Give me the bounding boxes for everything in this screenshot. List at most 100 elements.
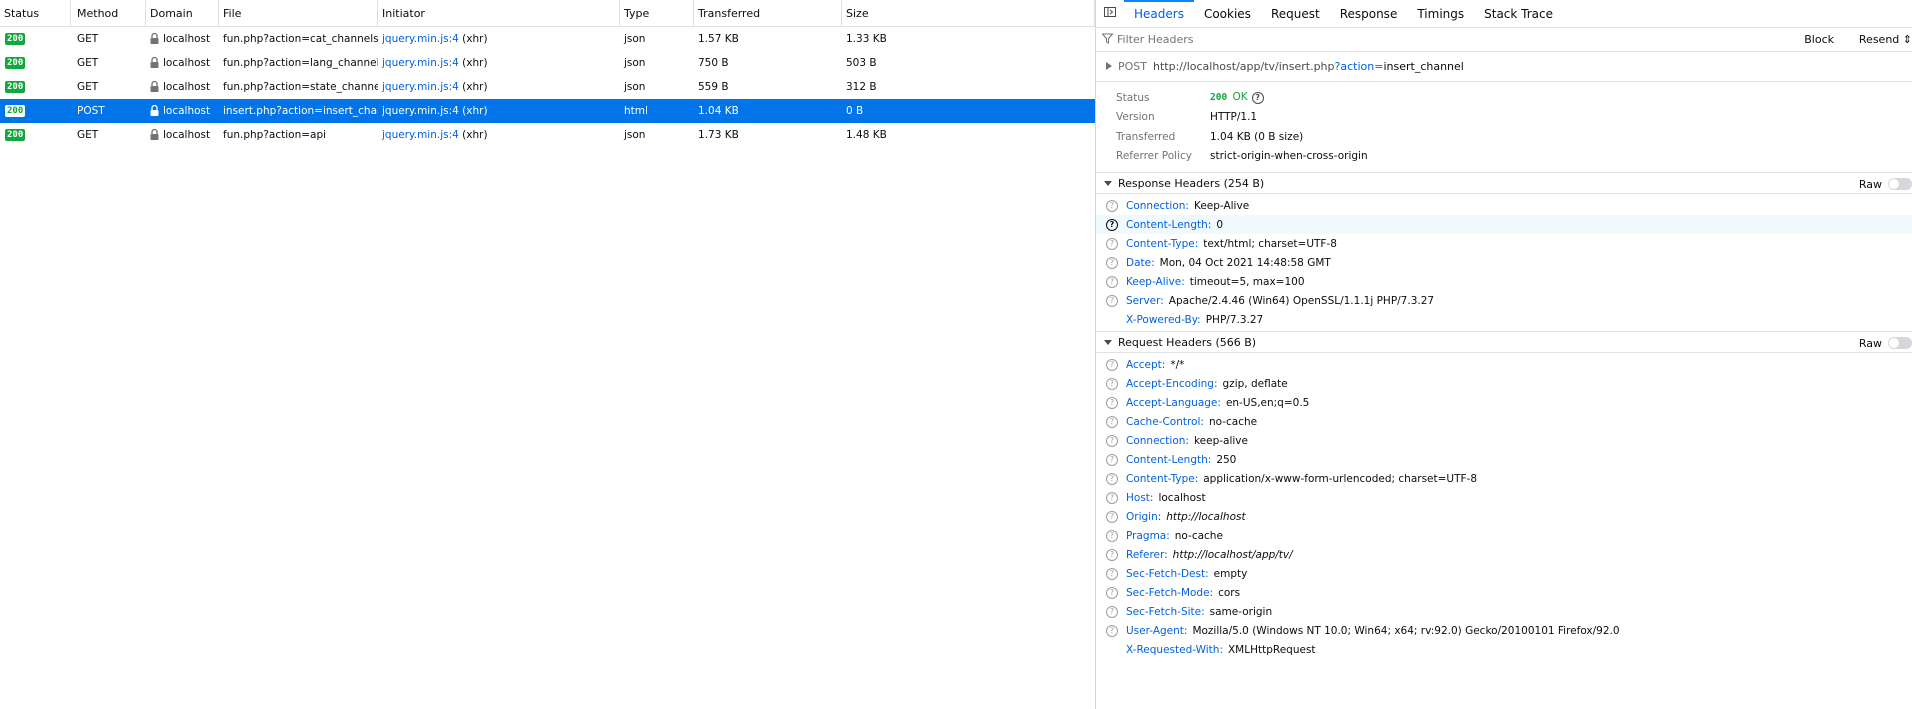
header-name: Content-Length: — [1126, 453, 1212, 466]
type-cell: json — [620, 27, 694, 51]
header-name: Accept-Language: — [1126, 396, 1221, 409]
header-help-icon[interactable]: ? — [1106, 434, 1118, 447]
table-header: Status Method Domain File Initiator Type… — [0, 0, 1095, 27]
header-help-icon[interactable]: ? — [1106, 491, 1118, 504]
header-row[interactable]: ? Server: Apache/2.4.46 (Win64) OpenSSL/1.… — [1096, 291, 1912, 310]
type-text: json — [624, 33, 646, 45]
method-text: GET — [77, 57, 99, 69]
header-help-icon[interactable]: ? — [1106, 415, 1118, 428]
header-help-icon[interactable]: ? — [1106, 472, 1118, 485]
transferred-text: 750 B — [698, 57, 729, 69]
header-help-icon[interactable]: ? — [1106, 586, 1118, 599]
resend-button[interactable]: Resend ⇕ — [1859, 33, 1912, 46]
header-help-icon[interactable]: ? — [1106, 256, 1118, 269]
header-row[interactable]: ? Host: localhost — [1096, 488, 1912, 507]
table-row[interactable]: 200 GET localhost fun.php?action=cat_channe… — [0, 27, 1095, 51]
domain-text: localhost — [163, 81, 211, 93]
header-row[interactable]: ? Content-Type: text/html; charset=UTF-8 — [1096, 234, 1912, 253]
column-header-file[interactable]: File — [219, 0, 378, 27]
header-row[interactable]: ? Connection: Keep-Alive — [1096, 196, 1912, 215]
tab-response[interactable]: Response — [1330, 0, 1408, 27]
column-header-initiator[interactable]: Initiator — [378, 0, 620, 27]
request-headers-section-header[interactable]: Request Headers (566 B) Raw — [1096, 331, 1912, 353]
header-row[interactable]: X-Requested-With: XMLHttpRequest — [1096, 640, 1912, 659]
tab-headers[interactable]: Headers — [1124, 0, 1194, 27]
header-row[interactable]: ? Content-Length: 0 — [1096, 215, 1912, 234]
header-help-icon[interactable]: ? — [1106, 377, 1118, 390]
table-row[interactable]: 200 GET localhost fun.php?action=lang_chann… — [0, 51, 1095, 75]
request-details-panel: Headers Cookies Request Response Timings… — [1095, 0, 1912, 709]
header-row[interactable]: ? Sec-Fetch-Site: same-origin — [1096, 602, 1912, 621]
header-row[interactable]: ? Sec-Fetch-Dest: empty — [1096, 564, 1912, 583]
filter-headers-input[interactable]: Filter Headers — [1117, 33, 1194, 46]
header-help-icon[interactable]: ? — [1106, 294, 1118, 307]
header-row[interactable]: ? Keep-Alive: timeout=5, max=100 — [1096, 272, 1912, 291]
table-row[interactable]: 200 GET localhost fun.php?action=state_chan… — [0, 75, 1095, 99]
header-help-icon[interactable]: ? — [1106, 548, 1118, 561]
header-help-icon[interactable]: ? — [1106, 624, 1118, 637]
column-header-size[interactable]: Size — [842, 0, 1095, 27]
method-cell: GET — [71, 123, 146, 147]
header-help-icon[interactable]: ? — [1106, 567, 1118, 580]
response-headers-section-header[interactable]: Response Headers (254 B) Raw — [1096, 172, 1912, 194]
tab-stack-trace[interactable]: Stack Trace — [1474, 0, 1563, 27]
header-help-icon[interactable]: ? — [1106, 453, 1118, 466]
initiator-cell: jquery.min.js:4 (xhr) — [378, 99, 620, 123]
header-help-icon[interactable]: ? — [1106, 605, 1118, 618]
header-row[interactable]: ? Cache-Control: no-cache — [1096, 412, 1912, 431]
header-help-icon[interactable]: ? — [1106, 529, 1118, 542]
request-summary[interactable]: POST http://localhost/app/tv/insert.php?… — [1096, 52, 1912, 82]
header-value: http://localhost/app/tv/ — [1172, 548, 1293, 561]
header-row[interactable]: ? Sec-Fetch-Mode: cors — [1096, 583, 1912, 602]
table-row[interactable]: 200 POST localhost insert.php?action=insert… — [0, 99, 1095, 123]
raw-toggle[interactable]: Raw — [1859, 173, 1912, 195]
column-header-transferred[interactable]: Transferred — [694, 0, 842, 27]
header-row[interactable]: ? Date: Mon, 04 Oct 2021 14:48:58 GMT — [1096, 253, 1912, 272]
initiator-link[interactable]: jquery.min.js:4 — [382, 129, 459, 141]
header-value: 250 — [1216, 453, 1237, 466]
header-help-icon[interactable]: ? — [1106, 510, 1118, 523]
size-text: 1.48 KB — [846, 129, 887, 141]
header-help-icon[interactable]: ? — [1106, 358, 1118, 371]
header-row[interactable]: ? Origin: http://localhost — [1096, 507, 1912, 526]
toggle-switch-icon — [1888, 178, 1912, 190]
header-row[interactable]: ? Accept-Language: en-US,en;q=0.5 — [1096, 393, 1912, 412]
column-header-method[interactable]: Method — [71, 0, 146, 27]
header-name: User-Agent: — [1126, 624, 1188, 637]
tab-cookies[interactable]: Cookies — [1194, 0, 1261, 27]
method-cell: GET — [71, 75, 146, 99]
toggle-panel-button[interactable] — [1096, 0, 1124, 27]
column-header-domain[interactable]: Domain — [146, 0, 219, 27]
tab-timings[interactable]: Timings — [1407, 0, 1474, 27]
header-help-icon[interactable]: ? — [1106, 275, 1118, 288]
header-row[interactable]: ? Referer: http://localhost/app/tv/ — [1096, 545, 1912, 564]
initiator-link[interactable]: jquery.min.js:4 — [382, 81, 459, 93]
details-tabs: Headers Cookies Request Response Timings… — [1096, 0, 1912, 28]
header-row[interactable]: ? Connection: keep-alive — [1096, 431, 1912, 450]
header-row[interactable]: ? Pragma: no-cache — [1096, 526, 1912, 545]
block-button[interactable]: Block — [1804, 33, 1834, 46]
raw-toggle[interactable]: Raw — [1859, 332, 1912, 354]
header-row[interactable]: ? Content-Type: application/x-www-form-url… — [1096, 469, 1912, 488]
column-header-status[interactable]: Status — [0, 0, 71, 27]
header-help-icon[interactable]: ? — [1106, 237, 1118, 250]
tab-request[interactable]: Request — [1261, 0, 1330, 27]
size-text: 1.33 KB — [846, 33, 887, 45]
table-row[interactable]: 200 GET localhost fun.php?action=api jquery.… — [0, 123, 1095, 147]
type-cell: html — [620, 99, 694, 123]
header-row[interactable]: ? Accept-Encoding: gzip, deflate — [1096, 374, 1912, 393]
initiator-link[interactable]: jquery.min.js:4 — [382, 105, 459, 117]
header-row[interactable]: X-Powered-By: PHP/7.3.27 — [1096, 310, 1912, 329]
lock-icon — [150, 29, 159, 44]
header-help-icon[interactable]: ? — [1106, 218, 1118, 231]
initiator-cell: jquery.min.js:4 (xhr) — [378, 75, 620, 99]
header-help-icon[interactable]: ? — [1106, 199, 1118, 212]
initiator-link[interactable]: jquery.min.js:4 — [382, 33, 459, 45]
header-row[interactable]: ? Accept: */* — [1096, 355, 1912, 374]
column-header-type[interactable]: Type — [620, 0, 694, 27]
header-help-icon[interactable]: ? — [1106, 396, 1118, 409]
header-row[interactable]: ? Content-Length: 250 — [1096, 450, 1912, 469]
header-row[interactable]: ? User-Agent: Mozilla/5.0 (Windows NT 10.0… — [1096, 621, 1912, 640]
initiator-link[interactable]: jquery.min.js:4 — [382, 57, 459, 69]
help-icon[interactable]: ? — [1251, 92, 1264, 105]
